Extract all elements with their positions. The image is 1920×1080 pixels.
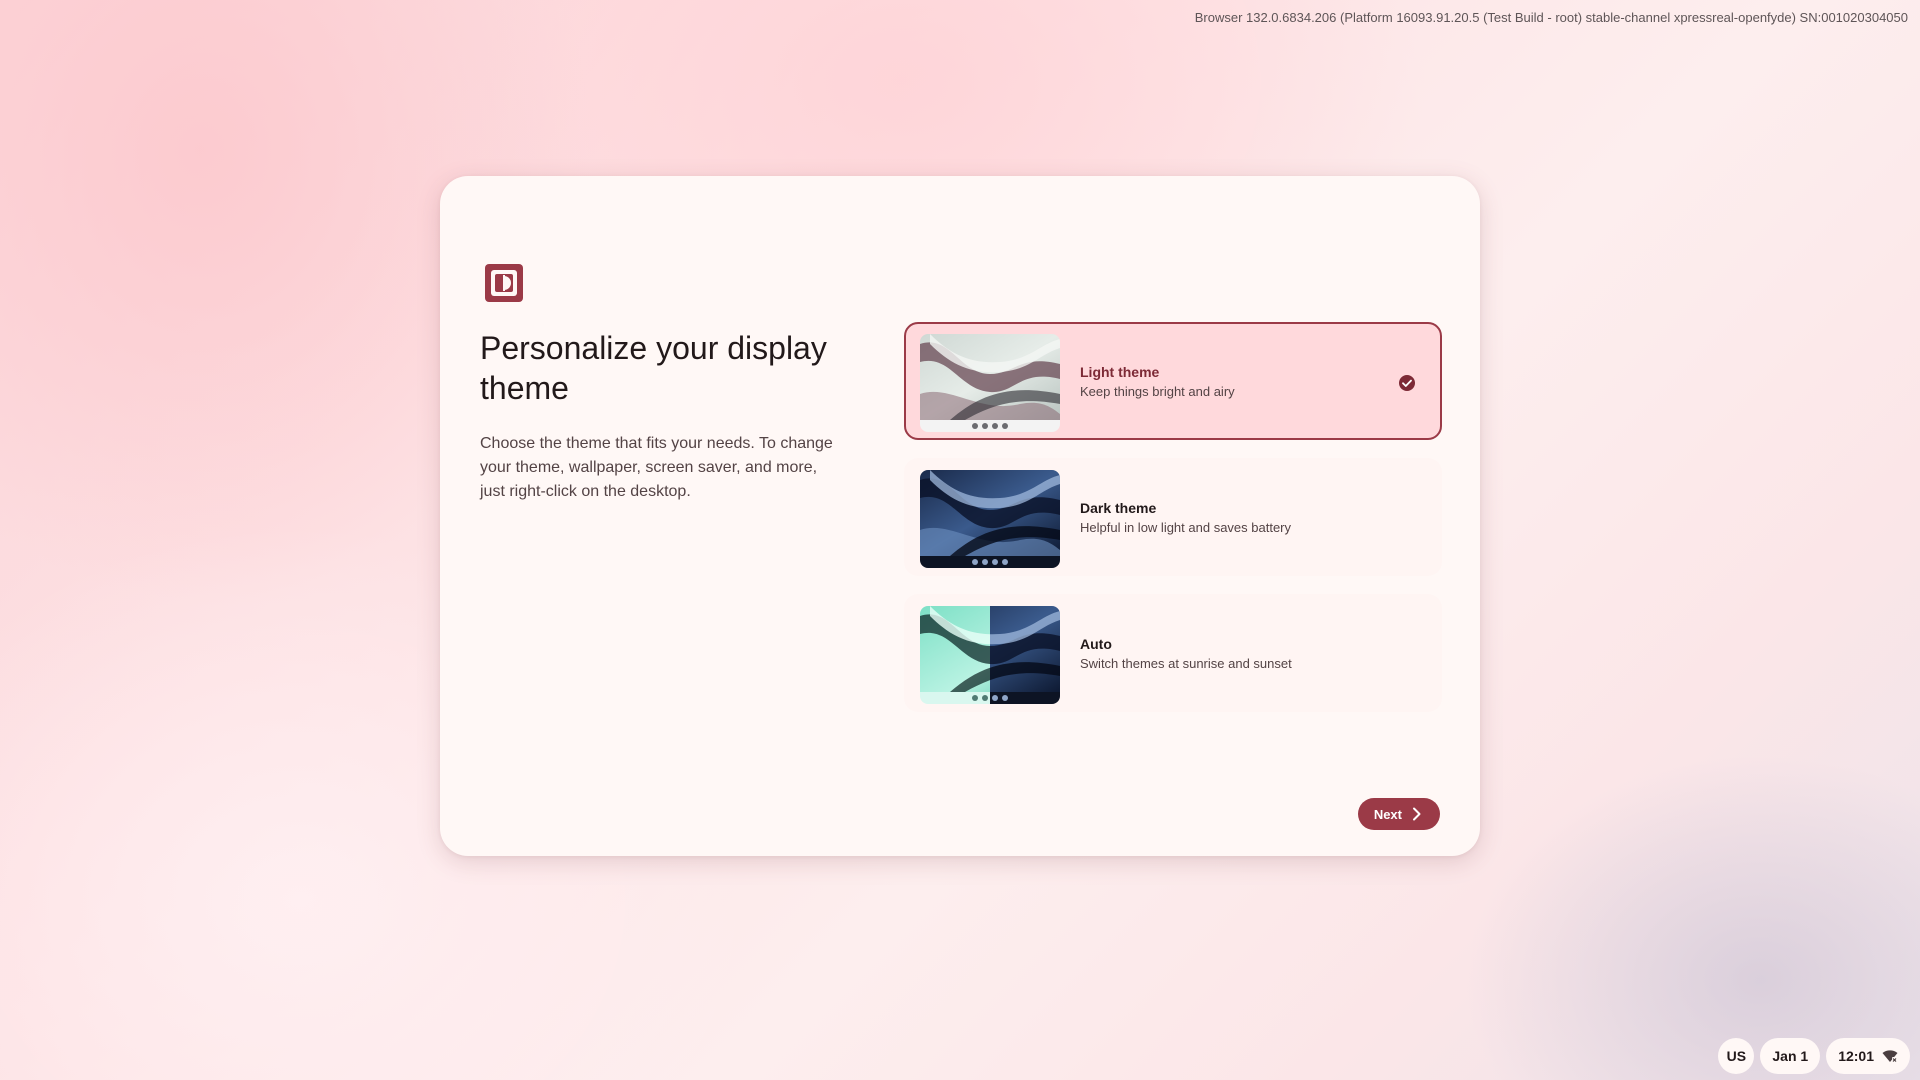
page-description: Choose the theme that fits your needs. T… <box>480 435 833 500</box>
theme-selection-dialog: Personalize your display theme Choose th… <box>440 176 1480 856</box>
system-shelf: US Jan 1 12:01 <box>1718 1038 1910 1074</box>
auto-theme-option[interactable]: Auto Switch themes at sunrise and sunset <box>904 594 1442 712</box>
theme-icon <box>485 264 523 302</box>
dark-theme-title: Dark theme <box>1080 500 1157 516</box>
page-title: Personalize your display theme <box>480 330 827 406</box>
light-theme-option[interactable]: Light theme Keep things bright and airy <box>904 322 1442 440</box>
chevron-right-icon <box>1413 807 1421 821</box>
status-area[interactable]: 12:01 <box>1826 1038 1910 1074</box>
dark-theme-preview <box>920 470 1060 568</box>
light-theme-preview <box>920 334 1060 432</box>
light-theme-title: Light theme <box>1080 364 1160 380</box>
build-info-text: Browser 132.0.6834.206 (Platform 16093.9… <box>1194 10 1908 25</box>
auto-theme-preview <box>920 606 1060 704</box>
dark-theme-subtitle: Helpful in low light and saves battery <box>1080 520 1292 535</box>
clock-time: 12:01 <box>1838 1048 1874 1064</box>
check-circle-icon <box>1399 375 1415 391</box>
light-theme-subtitle: Keep things bright and airy <box>1080 384 1235 399</box>
next-button-label: Next <box>1373 806 1402 822</box>
auto-theme-title: Auto <box>1080 636 1112 652</box>
theme-options: Light theme Keep things bright and airy <box>904 322 1442 730</box>
auto-theme-subtitle: Switch themes at sunrise and sunset <box>1080 656 1292 671</box>
wifi-icon <box>1882 1050 1898 1062</box>
keyboard-layout-indicator[interactable]: US <box>1718 1038 1755 1074</box>
next-button[interactable]: Next <box>1357 798 1440 830</box>
date-indicator[interactable]: Jan 1 <box>1760 1038 1821 1074</box>
dark-theme-option[interactable]: Dark theme Helpful in low light and save… <box>904 458 1442 576</box>
